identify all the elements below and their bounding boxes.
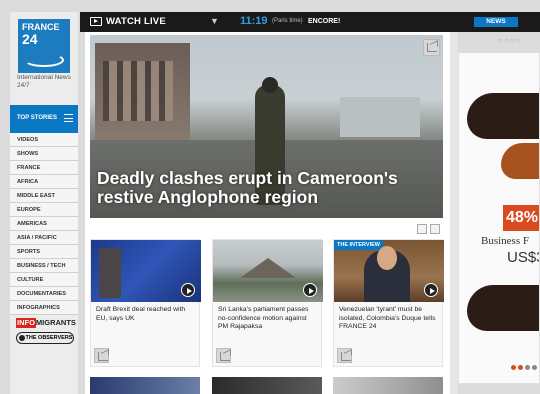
sidebar-item-business-tech[interactable]: BUSINESS / TECH	[10, 259, 78, 273]
sidebar: FRANCE 24 International News 24/7 TOP ST…	[10, 12, 78, 394]
sidebar-item-france[interactable]: FRANCE	[10, 161, 78, 175]
hero-title[interactable]: Deadly clashes erupt in Cameroon's resti…	[97, 169, 427, 207]
france24-logo[interactable]: FRANCE 24	[18, 19, 70, 73]
sidebar-item-videos[interactable]: VIDEOS	[10, 133, 78, 147]
carousel-dot[interactable]	[511, 365, 516, 370]
grid-view-icon[interactable]	[417, 224, 427, 234]
share-icon	[98, 352, 108, 361]
info-migrants-a: INFO	[16, 318, 36, 328]
paris-time-label: (Paris time)	[272, 18, 303, 24]
sidebar-item-infographics[interactable]: INFOGRAPHICS	[10, 301, 78, 315]
carousel-dot[interactable]	[518, 365, 523, 370]
story-card[interactable]: THE INTERVIEW Venezuelan 'tyrant' must b…	[333, 239, 444, 367]
info-migrants-b: MIGRANTS	[35, 318, 76, 327]
sidebar-item-documentaries[interactable]: DOCUMENTARIES	[10, 287, 78, 301]
story-thumbnail: THE INTERVIEW	[334, 240, 444, 302]
ad-carousel-dots[interactable]	[511, 365, 539, 370]
play-icon[interactable]	[181, 283, 195, 297]
logo-wave-icon	[24, 53, 64, 67]
story-caption[interactable]: Draft Brexit deal reached with EU, says …	[96, 306, 196, 323]
carousel-dot[interactable]	[532, 365, 537, 370]
program-name[interactable]: ENCORE!	[308, 18, 340, 25]
hero-building	[95, 43, 190, 151]
play-icon[interactable]	[303, 283, 317, 297]
story-card[interactable]: Draft Brexit deal reached with EU, says …	[90, 239, 201, 367]
sidebar-item-asia-pacific[interactable]: ASIA / PACIFIC	[10, 231, 78, 245]
top-stories-label: TOP STORIES	[17, 115, 58, 121]
hero-share-button[interactable]	[423, 39, 440, 56]
story-thumbnail	[213, 240, 323, 302]
story-card[interactable]: Sri Lanka's parliament passes no-confide…	[212, 239, 323, 367]
logo-line2: 24	[22, 31, 38, 47]
ad-options-icon[interactable]: ○○○○	[498, 36, 521, 45]
sidebar-item-africa[interactable]: AFRICA	[10, 175, 78, 189]
story-thumbnail	[91, 240, 201, 302]
hero-building-far	[340, 97, 420, 137]
story-caption[interactable]: Sri Lanka's parliament passes no-confide…	[218, 306, 318, 332]
share-icon	[341, 352, 351, 361]
ad-business-text: Business F	[481, 235, 529, 247]
story-caption[interactable]: Venezuelan 'tyrant' must be isolated, Co…	[339, 306, 439, 332]
tagline: International News 24/7	[17, 74, 71, 89]
divider	[450, 32, 458, 394]
list-view-icon[interactable]	[430, 224, 440, 234]
ad-discount: 48%	[503, 205, 539, 231]
hero-story[interactable]: Deadly clashes erupt in Cameroon's resti…	[90, 35, 443, 218]
top-bar: WATCH LIVE ▼ 11:19 (Paris time) ENCORE! …	[80, 12, 540, 32]
story-thumbnail-row2[interactable]	[212, 377, 322, 394]
sidebar-item-europe[interactable]: EUROPE	[10, 203, 78, 217]
news-button[interactable]: NEWS	[474, 17, 518, 27]
share-icon	[427, 43, 437, 52]
ad-price: US$3	[507, 249, 539, 266]
story-thumbnail-row2[interactable]	[333, 377, 443, 394]
interview-badge: THE INTERVIEW	[334, 240, 383, 250]
story-share-button[interactable]	[216, 348, 231, 363]
info-migrants-logo[interactable]: INFO MIGRANTS	[16, 318, 76, 328]
share-icon	[220, 352, 230, 361]
sidebar-item-culture[interactable]: CULTURE	[10, 273, 78, 287]
sidebar-item-sports[interactable]: SPORTS	[10, 245, 78, 259]
carousel-dot[interactable]	[525, 365, 530, 370]
story-share-button[interactable]	[94, 348, 109, 363]
observers-logo[interactable]: THE OBSERVERS	[16, 332, 74, 344]
sidebar-nav: VIDEOS SHOWS FRANCE AFRICA MIDDLE EAST E…	[10, 133, 78, 315]
live-time: 11:19	[240, 15, 268, 27]
watch-live-label: WATCH LIVE	[106, 16, 166, 27]
page: FRANCE 24 International News 24/7 TOP ST…	[0, 0, 540, 394]
tv-play-icon	[90, 17, 102, 26]
chevron-down-icon[interactable]: ▼	[210, 16, 219, 26]
sidebar-item-middle-east[interactable]: MIDDLE EAST	[10, 189, 78, 203]
story-thumbnail-row2[interactable]	[90, 377, 200, 394]
watch-live-button[interactable]: WATCH LIVE	[90, 16, 166, 27]
story-share-button[interactable]	[337, 348, 352, 363]
hamburger-menu-icon[interactable]	[64, 114, 73, 122]
shoe-image	[467, 93, 539, 139]
sidebar-item-americas[interactable]: AMERICAS	[10, 217, 78, 231]
play-icon[interactable]	[424, 283, 438, 297]
shoe-image	[467, 285, 539, 331]
advertisement[interactable]: 48% Business F US$3	[458, 52, 540, 384]
top-stories-button[interactable]: TOP STORIES	[10, 105, 78, 133]
main-content: Deadly clashes erupt in Cameroon's resti…	[85, 32, 450, 394]
shoe-image	[501, 143, 539, 179]
sidebar-item-shows[interactable]: SHOWS	[10, 147, 78, 161]
